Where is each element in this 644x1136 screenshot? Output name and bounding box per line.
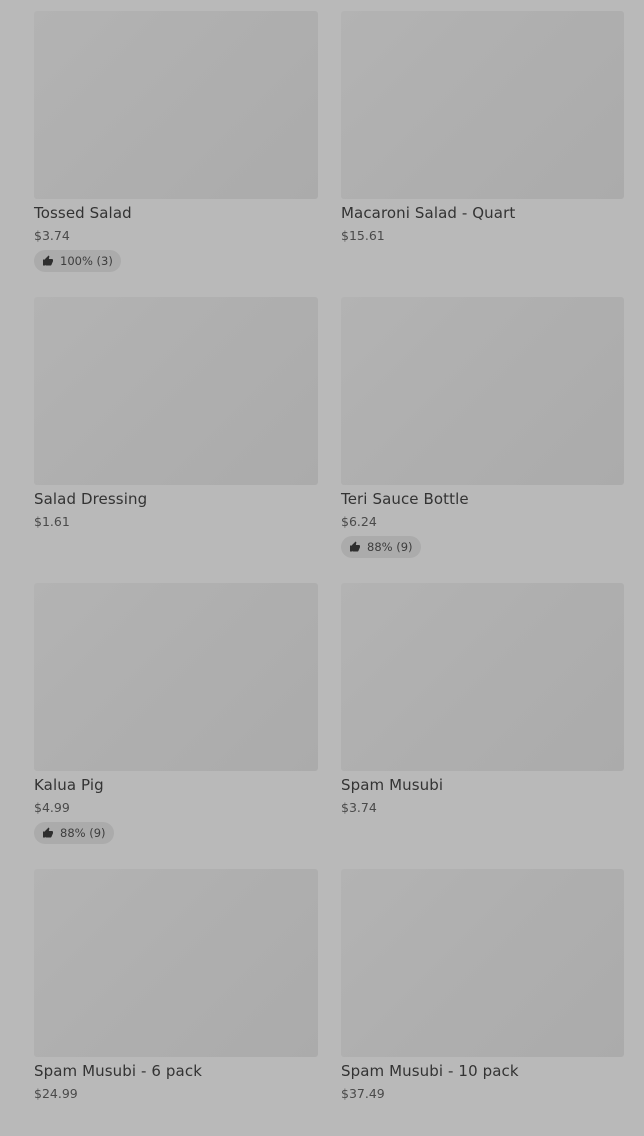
item-name: Spam Musubi - 10 pack (341, 1062, 519, 1080)
rating-badge: 100% (3) (34, 250, 121, 272)
item-image[interactable] (341, 869, 624, 1057)
item-price: $3.74 (34, 228, 70, 243)
item-name: Tossed Salad (34, 204, 132, 222)
rating-badge: 88% (9) (341, 536, 421, 558)
menu-item-card[interactable]: Teri Sauce Bottle $6.24 88% (9) (341, 297, 624, 558)
item-image[interactable] (341, 11, 624, 199)
item-name: Teri Sauce Bottle (341, 490, 469, 508)
item-price: $4.99 (34, 800, 70, 815)
menu-item-card[interactable]: Tossed Salad $3.74 100% (3) (34, 11, 318, 272)
item-image[interactable] (341, 297, 624, 485)
rating-text: 88% (9) (367, 540, 413, 554)
menu-item-card[interactable]: Spam Musubi $3.74 (341, 583, 624, 815)
item-image[interactable] (341, 583, 624, 771)
item-name: Spam Musubi - 6 pack (34, 1062, 202, 1080)
menu-grid: Tossed Salad $3.74 100% (3) Macaroni Sal… (0, 0, 644, 1136)
rating-text: 88% (9) (60, 826, 106, 840)
menu-item-card[interactable]: Salad Dressing $1.61 (34, 297, 318, 529)
rating-badge: 88% (9) (34, 822, 114, 844)
item-price: $6.24 (341, 514, 377, 529)
item-price: $1.61 (34, 514, 70, 529)
menu-item-card[interactable]: Spam Musubi - 10 pack $37.49 (341, 869, 624, 1101)
item-price: $15.61 (341, 228, 385, 243)
item-price: $37.49 (341, 1086, 385, 1101)
item-name: Macaroni Salad - Quart (341, 204, 516, 222)
menu-item-card[interactable]: Kalua Pig $4.99 88% (9) (34, 583, 318, 844)
item-image[interactable] (34, 297, 318, 485)
item-image[interactable] (34, 11, 318, 199)
item-name: Kalua Pig (34, 776, 104, 794)
thumbs-up-icon (42, 255, 54, 267)
item-name: Spam Musubi (341, 776, 444, 794)
item-image[interactable] (34, 869, 318, 1057)
rating-text: 100% (3) (60, 254, 113, 268)
item-price: $3.74 (341, 800, 377, 815)
menu-item-card[interactable]: Macaroni Salad - Quart $15.61 (341, 11, 624, 243)
item-image[interactable] (34, 583, 318, 771)
thumbs-up-icon (349, 541, 361, 553)
item-name: Salad Dressing (34, 490, 148, 508)
menu-item-card[interactable]: Spam Musubi - 6 pack $24.99 (34, 869, 318, 1101)
thumbs-up-icon (42, 827, 54, 839)
item-price: $24.99 (34, 1086, 78, 1101)
